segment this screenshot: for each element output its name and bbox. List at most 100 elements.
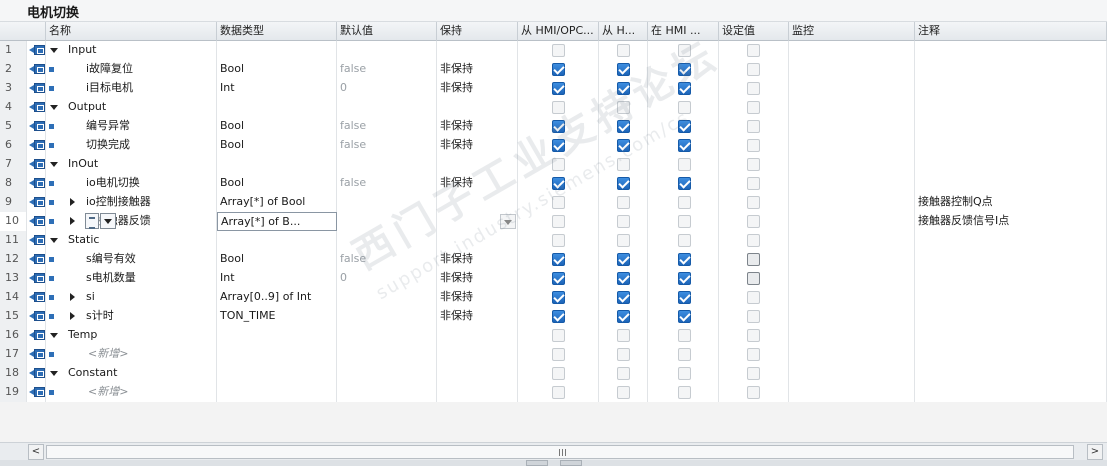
section-name-cell[interactable]: Output: [46, 98, 217, 117]
data-type-cell[interactable]: [217, 155, 337, 174]
retain-cell[interactable]: [437, 193, 518, 212]
setpoint-checkbox[interactable]: [747, 177, 760, 190]
collapse-icon[interactable]: [50, 371, 58, 376]
hmi-opc-accessible-checkbox[interactable]: [552, 367, 565, 380]
hmi-visible-checkbox[interactable]: [678, 367, 691, 380]
hmi-opc-accessible-checkbox[interactable]: [552, 329, 565, 342]
table-row[interactable]: 7 InOut: [0, 155, 1107, 174]
hmi-visible-checkbox[interactable]: [678, 101, 691, 114]
data-type-cell[interactable]: Bool: [217, 174, 337, 193]
comment-cell[interactable]: [915, 383, 1107, 402]
name-cell[interactable]: si: [46, 288, 217, 307]
table-row[interactable]: 5 编号异常 Bool false 非保持: [0, 117, 1107, 136]
section-name-cell[interactable]: Static: [46, 231, 217, 250]
comment-cell[interactable]: [915, 288, 1107, 307]
name-cell[interactable]: i故障复位: [46, 60, 217, 79]
header-hmi-writable[interactable]: 从 H...: [599, 22, 648, 41]
retain-cell[interactable]: 非保持: [437, 79, 518, 98]
name-cell[interactable]: io控制接触器: [46, 193, 217, 212]
bottom-splitter[interactable]: [0, 460, 1107, 466]
collapse-icon[interactable]: [50, 48, 58, 53]
data-type-cell[interactable]: [217, 345, 337, 364]
hmi-opc-accessible-checkbox[interactable]: [552, 158, 565, 171]
collapse-icon[interactable]: [50, 162, 58, 167]
type-list-icon[interactable]: [85, 213, 99, 229]
hmi-writable-checkbox[interactable]: [617, 177, 630, 190]
data-type-cell[interactable]: Array[*] of B...: [217, 212, 337, 231]
setpoint-checkbox[interactable]: [747, 386, 760, 399]
splitter-up-icon[interactable]: [526, 460, 548, 466]
hmi-visible-checkbox[interactable]: [678, 310, 691, 323]
setpoint-checkbox[interactable]: [747, 120, 760, 133]
hmi-visible-checkbox[interactable]: [678, 329, 691, 342]
default-value-cell[interactable]: [337, 364, 437, 383]
retain-cell[interactable]: 非保持: [437, 269, 518, 288]
hmi-writable-checkbox[interactable]: [617, 348, 630, 361]
setpoint-checkbox[interactable]: [747, 158, 760, 171]
default-value-cell[interactable]: false: [337, 136, 437, 155]
table-row[interactable]: 19 <新增>: [0, 383, 1107, 402]
data-type-cell[interactable]: Bool: [217, 117, 337, 136]
data-type-cell[interactable]: Int: [217, 269, 337, 288]
retain-cell[interactable]: [437, 383, 518, 402]
setpoint-checkbox[interactable]: [747, 63, 760, 76]
name-cell[interactable]: s编号有效: [46, 250, 217, 269]
hmi-visible-checkbox[interactable]: [678, 272, 691, 285]
table-row[interactable]: 1 Input: [0, 41, 1107, 60]
retain-cell[interactable]: 非保持: [437, 250, 518, 269]
name-cell[interactable]: <新增>: [46, 345, 217, 364]
setpoint-checkbox[interactable]: [747, 101, 760, 114]
retain-cell[interactable]: [437, 98, 518, 117]
data-type-cell[interactable]: [217, 364, 337, 383]
comment-cell[interactable]: [915, 250, 1107, 269]
name-cell[interactable]: 编号异常: [46, 117, 217, 136]
default-value-cell[interactable]: [337, 193, 437, 212]
hmi-writable-checkbox[interactable]: [617, 234, 630, 247]
expand-icon[interactable]: [70, 217, 75, 225]
name-cell[interactable]: io接触器反馈: [46, 212, 217, 231]
comment-cell[interactable]: [915, 98, 1107, 117]
table-row[interactable]: 18 Constant: [0, 364, 1107, 383]
default-value-cell[interactable]: false: [337, 60, 437, 79]
table-row[interactable]: 3 i目标电机 Int 0 非保持: [0, 79, 1107, 98]
table-row[interactable]: 12 s编号有效 Bool false 非保持: [0, 250, 1107, 269]
hmi-writable-checkbox[interactable]: [617, 386, 630, 399]
data-type-cell[interactable]: [217, 383, 337, 402]
collapse-icon[interactable]: [50, 333, 58, 338]
hmi-opc-accessible-checkbox[interactable]: [552, 120, 565, 133]
hmi-writable-checkbox[interactable]: [617, 253, 630, 266]
hmi-writable-checkbox[interactable]: [617, 329, 630, 342]
table-row[interactable]: 17 <新增>: [0, 345, 1107, 364]
default-value-cell[interactable]: [337, 41, 437, 60]
scroll-right-icon[interactable]: >: [1087, 444, 1103, 460]
hmi-visible-checkbox[interactable]: [678, 234, 691, 247]
hmi-opc-accessible-checkbox[interactable]: [552, 291, 565, 304]
hmi-opc-accessible-checkbox[interactable]: [552, 196, 565, 209]
data-type-cell[interactable]: Array[0..9] of Int: [217, 288, 337, 307]
default-value-cell[interactable]: false: [337, 250, 437, 269]
hmi-visible-checkbox[interactable]: [678, 82, 691, 95]
header-comment[interactable]: 注释: [915, 22, 1107, 41]
setpoint-checkbox[interactable]: [747, 253, 760, 266]
retain-cell[interactable]: 非保持: [437, 136, 518, 155]
default-value-cell[interactable]: [337, 383, 437, 402]
comment-cell[interactable]: [915, 326, 1107, 345]
hmi-opc-accessible-checkbox[interactable]: [552, 386, 565, 399]
header-setpoint[interactable]: 设定值: [719, 22, 789, 41]
data-type-cell[interactable]: TON_TIME: [217, 307, 337, 326]
default-value-cell[interactable]: [337, 212, 437, 231]
retain-cell[interactable]: 非保持: [437, 288, 518, 307]
retain-cell[interactable]: [437, 41, 518, 60]
table-row[interactable]: 11 Static: [0, 231, 1107, 250]
hmi-opc-accessible-checkbox[interactable]: [552, 272, 565, 285]
default-value-cell[interactable]: [337, 231, 437, 250]
retain-cell[interactable]: [437, 326, 518, 345]
header-hmi-opc-accessible[interactable]: 从 HMI/OPC...: [518, 22, 599, 41]
hmi-writable-checkbox[interactable]: [617, 272, 630, 285]
retain-cell[interactable]: [437, 231, 518, 250]
expand-icon[interactable]: [70, 293, 75, 301]
dropdown-icon[interactable]: [100, 213, 116, 229]
hmi-writable-checkbox[interactable]: [617, 139, 630, 152]
hmi-writable-checkbox[interactable]: [617, 215, 630, 228]
hmi-opc-accessible-checkbox[interactable]: [552, 234, 565, 247]
